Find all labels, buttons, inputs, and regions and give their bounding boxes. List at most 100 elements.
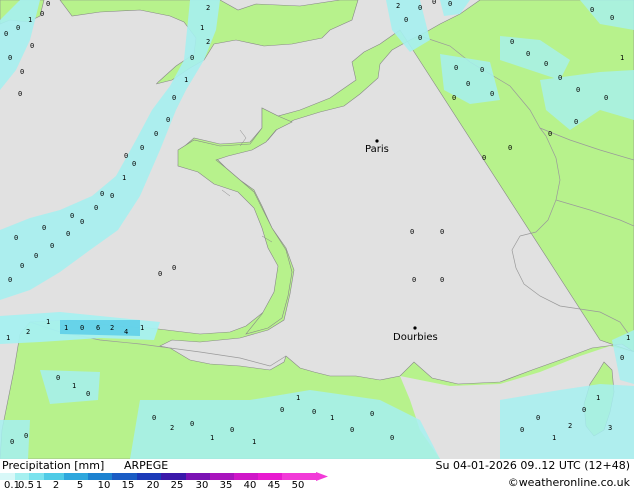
svg-text:1: 1: [122, 174, 126, 182]
svg-text:1: 1: [620, 54, 624, 62]
svg-text:0: 0: [610, 14, 614, 22]
svg-text:0: 0: [418, 34, 422, 42]
legend-footer: Precipitation [mm] ARPEGE Su 04-01-2026 …: [0, 459, 634, 491]
scale-cell: [0, 473, 15, 480]
svg-text:0: 0: [574, 118, 578, 126]
svg-text:0: 0: [482, 154, 486, 162]
scale-tick-label: 5: [76, 480, 84, 491]
svg-text:0: 0: [80, 218, 84, 226]
scale-tick-label: 20: [146, 480, 160, 491]
svg-text:0: 0: [86, 390, 90, 398]
svg-text:0: 0: [46, 0, 50, 8]
scale-tick-label: 15: [121, 480, 135, 491]
svg-text:0: 0: [110, 192, 114, 200]
svg-text:1: 1: [252, 438, 256, 446]
svg-text:0: 0: [56, 374, 60, 382]
map-canvas: 001 000 000 212 010 000 010 000 000 000 …: [0, 0, 634, 459]
svg-text:0: 0: [466, 80, 470, 88]
svg-text:0: 0: [100, 190, 104, 198]
svg-text:0: 0: [80, 324, 84, 332]
scale-cell: [136, 473, 161, 480]
svg-text:0: 0: [590, 6, 594, 14]
svg-text:0: 0: [404, 16, 408, 24]
scale-cell: [185, 473, 210, 480]
svg-text:0: 0: [582, 406, 586, 414]
svg-text:0: 0: [18, 90, 22, 98]
svg-text:2: 2: [396, 2, 400, 10]
svg-text:1: 1: [46, 318, 50, 326]
svg-text:0: 0: [172, 94, 176, 102]
precipitation-map[interactable]: 001 000 000 212 010 000 010 000 000 000 …: [0, 0, 634, 459]
svg-text:0: 0: [280, 406, 284, 414]
svg-text:0: 0: [440, 228, 444, 236]
svg-text:0: 0: [166, 116, 170, 124]
svg-text:0: 0: [10, 438, 14, 446]
model-name: ARPEGE: [124, 459, 169, 472]
svg-text:0: 0: [190, 54, 194, 62]
svg-text:0: 0: [4, 30, 8, 38]
scale-cell: [43, 473, 64, 480]
scale-cell: [234, 473, 258, 480]
scale-tick-label: 2: [52, 480, 60, 491]
scale-cell: [15, 473, 29, 480]
svg-text:0: 0: [50, 242, 54, 250]
scale-tick-label: 25: [170, 480, 184, 491]
svg-text:1: 1: [626, 334, 630, 342]
svg-text:1: 1: [210, 434, 214, 442]
svg-text:0: 0: [158, 270, 162, 278]
svg-text:2: 2: [206, 38, 210, 46]
svg-text:1: 1: [64, 324, 68, 332]
svg-text:0: 0: [480, 66, 484, 74]
svg-text:0: 0: [8, 276, 12, 284]
svg-text:0: 0: [526, 50, 530, 58]
city-label: Paris: [365, 144, 389, 155]
svg-text:1: 1: [552, 434, 556, 442]
svg-text:0: 0: [548, 130, 552, 138]
svg-text:0: 0: [20, 262, 24, 270]
svg-text:2: 2: [170, 424, 174, 432]
scale-arrow-icon: [316, 472, 328, 481]
svg-text:1: 1: [6, 334, 10, 342]
svg-text:2: 2: [206, 4, 210, 12]
svg-text:1: 1: [296, 394, 300, 402]
svg-text:0: 0: [350, 426, 354, 434]
svg-text:0: 0: [544, 60, 548, 68]
svg-text:1: 1: [200, 24, 204, 32]
scale-cell: [64, 473, 88, 480]
svg-text:1: 1: [140, 324, 144, 332]
svg-text:0: 0: [40, 10, 44, 18]
svg-text:0: 0: [390, 434, 394, 442]
svg-text:0: 0: [8, 54, 12, 62]
svg-text:6: 6: [96, 324, 100, 332]
svg-text:0: 0: [536, 414, 540, 422]
svg-text:0: 0: [230, 426, 234, 434]
svg-text:0: 0: [132, 160, 136, 168]
scale-tick-label: 1: [35, 480, 43, 491]
svg-text:0: 0: [34, 252, 38, 260]
svg-text:0: 0: [508, 144, 512, 152]
svg-text:0: 0: [604, 94, 608, 102]
city-marker-icon: [375, 139, 379, 143]
svg-text:0: 0: [454, 64, 458, 72]
svg-text:0: 0: [24, 432, 28, 440]
scale-tick-label: 50: [291, 480, 305, 491]
svg-text:0: 0: [124, 152, 128, 160]
svg-text:0: 0: [432, 0, 436, 6]
svg-text:0: 0: [452, 94, 456, 102]
svg-text:2: 2: [26, 328, 30, 336]
svg-text:1: 1: [72, 382, 76, 390]
svg-text:1: 1: [28, 16, 32, 24]
svg-text:0: 0: [190, 420, 194, 428]
svg-text:0: 0: [558, 74, 562, 82]
svg-text:0: 0: [30, 42, 34, 50]
scale-cell: [28, 473, 44, 480]
svg-text:0: 0: [576, 86, 580, 94]
legend-title: Precipitation [mm]: [2, 459, 105, 472]
forecast-datetime: Su 04-01-2026 09..12 UTC (12+48): [435, 459, 630, 472]
scale-tick-label: 30: [195, 480, 209, 491]
svg-text:0: 0: [20, 68, 24, 76]
svg-text:2: 2: [110, 324, 114, 332]
scale-tick-label: 45: [267, 480, 281, 491]
city-label: Dourbies: [393, 332, 438, 343]
svg-text:0: 0: [418, 4, 422, 12]
